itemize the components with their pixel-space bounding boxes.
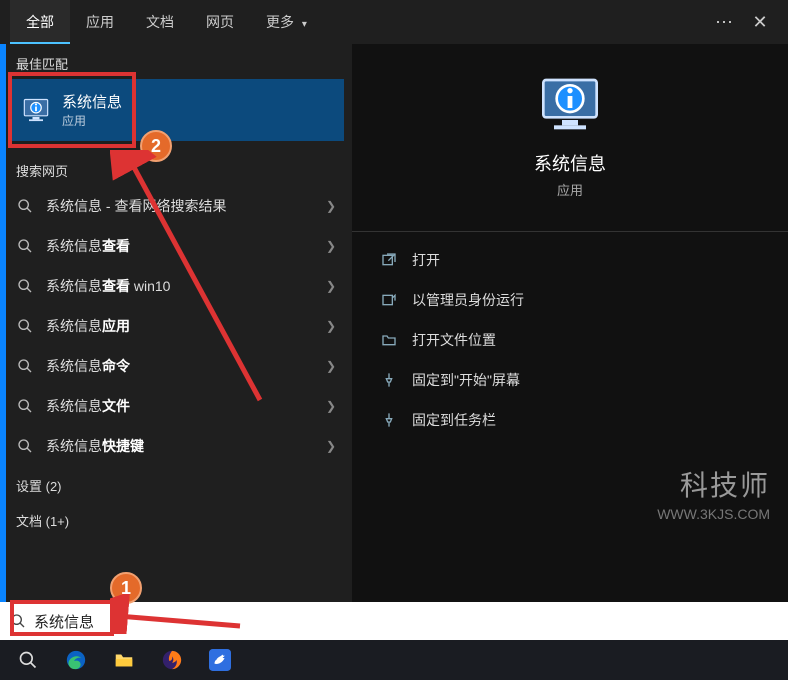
- web-result-text: 系统信息查看: [46, 236, 130, 256]
- web-result-0[interactable]: 系统信息 - 查看网络搜索结果 ❯: [0, 186, 352, 226]
- web-result-3[interactable]: 系统信息应用 ❯: [0, 306, 352, 346]
- search-icon: [16, 198, 34, 214]
- close-button[interactable]: ✕: [742, 4, 778, 40]
- action-open[interactable]: 打开: [372, 240, 768, 280]
- chevron-right-icon: ❯: [326, 399, 336, 413]
- web-result-text: 系统信息查看 win10: [46, 276, 170, 296]
- tab-web[interactable]: 网页: [190, 0, 250, 45]
- open-icon: [380, 251, 398, 269]
- chevron-right-icon: ❯: [326, 239, 336, 253]
- search-icon: [16, 238, 34, 254]
- settings-group-label[interactable]: 设置 (2): [0, 466, 352, 501]
- web-result-text: 系统信息快捷键: [46, 436, 144, 456]
- web-result-text: 系统信息文件: [46, 396, 130, 416]
- web-result-text: 系统信息命令: [46, 356, 130, 376]
- top-bar: 全部 应用 文档 网页 更多 ▾ ⋯ ✕: [0, 0, 788, 44]
- shield-icon: [380, 291, 398, 309]
- pin-icon: [380, 411, 398, 429]
- tab-all[interactable]: 全部: [10, 0, 70, 45]
- taskbar: [0, 640, 788, 680]
- action-pin-to-taskbar[interactable]: 固定到任务栏: [372, 400, 768, 440]
- action-label: 固定到任务栏: [412, 410, 496, 430]
- chevron-down-icon: ▾: [302, 19, 307, 30]
- content-area: 最佳匹配 系统信息 应用 搜索网页: [0, 44, 788, 602]
- chevron-right-icon: ❯: [326, 359, 336, 373]
- best-match-title: 系统信息: [62, 91, 122, 112]
- taskbar-search[interactable]: [6, 640, 50, 680]
- system-info-icon: [538, 72, 602, 136]
- taskbar-edge[interactable]: [54, 640, 98, 680]
- overflow-button[interactable]: ⋯: [706, 4, 742, 40]
- accent-strip: [0, 44, 6, 604]
- watermark-line1: 科技师: [657, 464, 770, 504]
- search-input[interactable]: [34, 613, 778, 630]
- preview-pane: 系统信息 应用 打开 以管理员身份运行 打开文件位置 固定到"开始"屏幕: [352, 44, 788, 602]
- action-label: 固定到"开始"屏幕: [412, 370, 520, 390]
- search-icon: [16, 358, 34, 374]
- search-icon: [10, 613, 26, 629]
- search-icon: [16, 278, 34, 294]
- action-pin-to-start[interactable]: 固定到"开始"屏幕: [372, 360, 768, 400]
- documents-group-label[interactable]: 文档 (1+): [0, 501, 352, 536]
- best-match-subtitle: 应用: [62, 112, 122, 129]
- web-result-2[interactable]: 系统信息查看 win10 ❯: [0, 266, 352, 306]
- action-label: 打开文件位置: [412, 330, 496, 350]
- action-label: 打开: [412, 250, 440, 270]
- action-run-as-admin[interactable]: 以管理员身份运行: [372, 280, 768, 320]
- web-result-5[interactable]: 系统信息文件 ❯: [0, 386, 352, 426]
- search-icon: [16, 318, 34, 334]
- web-result-text: 系统信息应用: [46, 316, 130, 336]
- taskbar-file-explorer[interactable]: [102, 640, 146, 680]
- taskbar-bird-app[interactable]: [198, 640, 242, 680]
- watermark-line2: WWW.3KJS.COM: [657, 506, 770, 522]
- tab-strip: 全部 应用 文档 网页 更多 ▾: [10, 0, 323, 45]
- action-label: 以管理员身份运行: [412, 290, 524, 310]
- web-result-4[interactable]: 系统信息命令 ❯: [0, 346, 352, 386]
- folder-icon: [380, 331, 398, 349]
- taskbar-firefox[interactable]: [150, 640, 194, 680]
- preview-subtitle: 应用: [557, 180, 583, 199]
- system-info-icon: [22, 96, 50, 124]
- chevron-right-icon: ❯: [326, 319, 336, 333]
- search-icon: [16, 438, 34, 454]
- chevron-right-icon: ❯: [326, 279, 336, 293]
- tab-apps[interactable]: 应用: [70, 0, 130, 45]
- tab-more-label: 更多: [266, 14, 294, 30]
- web-result-6[interactable]: 系统信息快捷键 ❯: [0, 426, 352, 466]
- web-result-1[interactable]: 系统信息查看 ❯: [0, 226, 352, 266]
- chevron-right-icon: ❯: [326, 199, 336, 213]
- search-icon: [16, 398, 34, 414]
- best-match-label: 最佳匹配: [0, 44, 352, 79]
- tab-more[interactable]: 更多 ▾: [250, 0, 323, 45]
- web-result-text: 系统信息 - 查看网络搜索结果: [46, 196, 226, 216]
- preview-title: 系统信息: [534, 150, 606, 176]
- results-pane: 最佳匹配 系统信息 应用 搜索网页: [0, 44, 352, 602]
- tab-documents[interactable]: 文档: [130, 0, 190, 45]
- chevron-right-icon: ❯: [326, 439, 336, 453]
- best-match-item[interactable]: 系统信息 应用: [8, 79, 344, 141]
- search-bar: [0, 602, 788, 640]
- web-search-label: 搜索网页: [0, 151, 352, 186]
- watermark: 科技师 WWW.3KJS.COM: [657, 464, 770, 522]
- action-open-file-location[interactable]: 打开文件位置: [372, 320, 768, 360]
- pin-icon: [380, 371, 398, 389]
